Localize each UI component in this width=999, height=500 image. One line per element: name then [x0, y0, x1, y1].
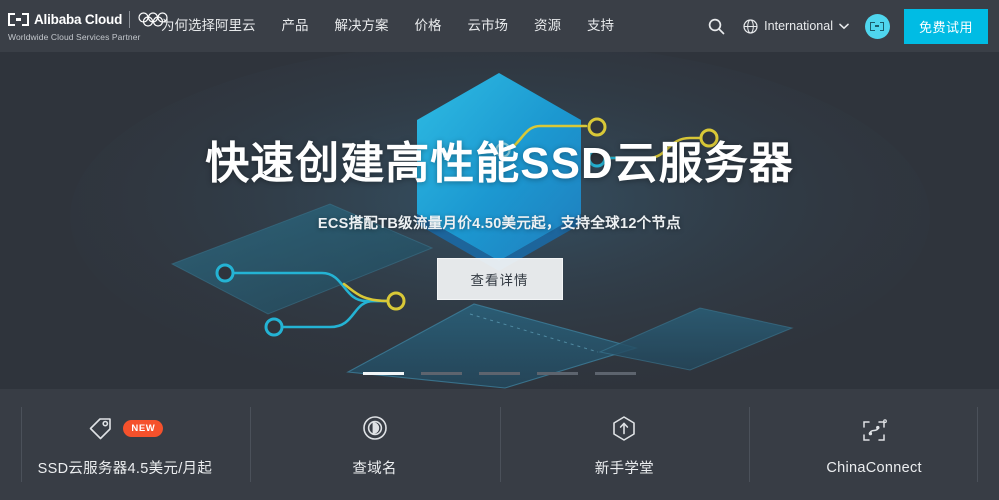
globe-icon	[743, 18, 758, 34]
nav-item-products[interactable]: 产品	[269, 0, 322, 52]
status-badge: NEW	[123, 419, 164, 437]
upload-hexagon-icon	[613, 416, 636, 441]
carousel-dot-1[interactable]	[363, 372, 404, 375]
nav-item-marketplace[interactable]: 云市场	[455, 0, 522, 52]
nav-item-solutions[interactable]: 解决方案	[322, 0, 402, 52]
logo-tagline: Worldwide Cloud Services Partner	[8, 32, 141, 42]
alibaba-cloud-mark-icon	[8, 13, 29, 26]
price-tag-icon	[90, 418, 112, 440]
brand-logo[interactable]: Alibaba Cloud Worldwide Cloud Services P…	[0, 10, 168, 42]
feature-icon-row	[859, 414, 889, 448]
chevron-down-icon	[839, 23, 849, 29]
hero-cta-button[interactable]: 查看详情	[436, 258, 563, 300]
main-navigation: 为何选择阿里云 产品 解决方案 价格 云市场 资源 支持	[148, 0, 627, 52]
feature-card-domain-lookup[interactable]: 查域名	[249, 389, 500, 500]
domain-search-icon	[362, 416, 387, 440]
locale-selector[interactable]: International	[743, 18, 849, 34]
feature-shortcut-strip: NEW SSD云服务器4.5美元/月起 查域名 新手学堂 ChinaConnec…	[0, 389, 999, 500]
carousel-dot-4[interactable]	[537, 372, 578, 375]
account-avatar-icon[interactable]	[864, 13, 890, 39]
locale-label: International	[764, 19, 833, 33]
header-actions: International 免费试用	[708, 0, 999, 52]
china-connect-icon	[863, 418, 888, 441]
feature-icon-row	[361, 411, 389, 445]
hero-banner: 快速创建高性能SSD云服务器 ECS搭配TB级流量月价4.50美元起，支持全球1…	[0, 52, 999, 389]
carousel-dot-5[interactable]	[595, 372, 636, 375]
site-header: Alibaba Cloud Worldwide Cloud Services P…	[0, 0, 999, 52]
carousel-indicators	[0, 372, 999, 375]
feature-icon-row	[610, 411, 638, 445]
hero-illustration	[0, 52, 999, 389]
feature-card-beginner-academy[interactable]: 新手学堂	[499, 389, 750, 500]
feature-card-china-connect[interactable]: ChinaConnect	[749, 389, 999, 500]
search-icon[interactable]	[708, 18, 725, 35]
logo-wordmark: Alibaba Cloud	[34, 12, 123, 27]
nav-item-pricing[interactable]: 价格	[402, 0, 455, 52]
carousel-dot-2[interactable]	[421, 372, 462, 375]
feature-card-ssd-ecs[interactable]: NEW SSD云服务器4.5美元/月起	[0, 389, 250, 500]
nav-item-why-alibaba-cloud[interactable]: 为何选择阿里云	[148, 0, 269, 52]
free-trial-button[interactable]: 免费试用	[903, 8, 988, 44]
logo-top-row: Alibaba Cloud	[8, 10, 168, 29]
nav-item-support[interactable]: 支持	[574, 0, 627, 52]
logo-divider	[129, 11, 131, 28]
nav-item-resources[interactable]: 资源	[521, 0, 574, 52]
feature-label: 新手学堂	[594, 461, 654, 477]
feature-label: SSD云服务器4.5美元/月起	[37, 461, 213, 477]
carousel-dot-3[interactable]	[479, 372, 520, 375]
feature-icon-row: NEW	[86, 411, 164, 445]
feature-label: 查域名	[352, 461, 397, 477]
feature-label: ChinaConnect	[826, 459, 922, 476]
